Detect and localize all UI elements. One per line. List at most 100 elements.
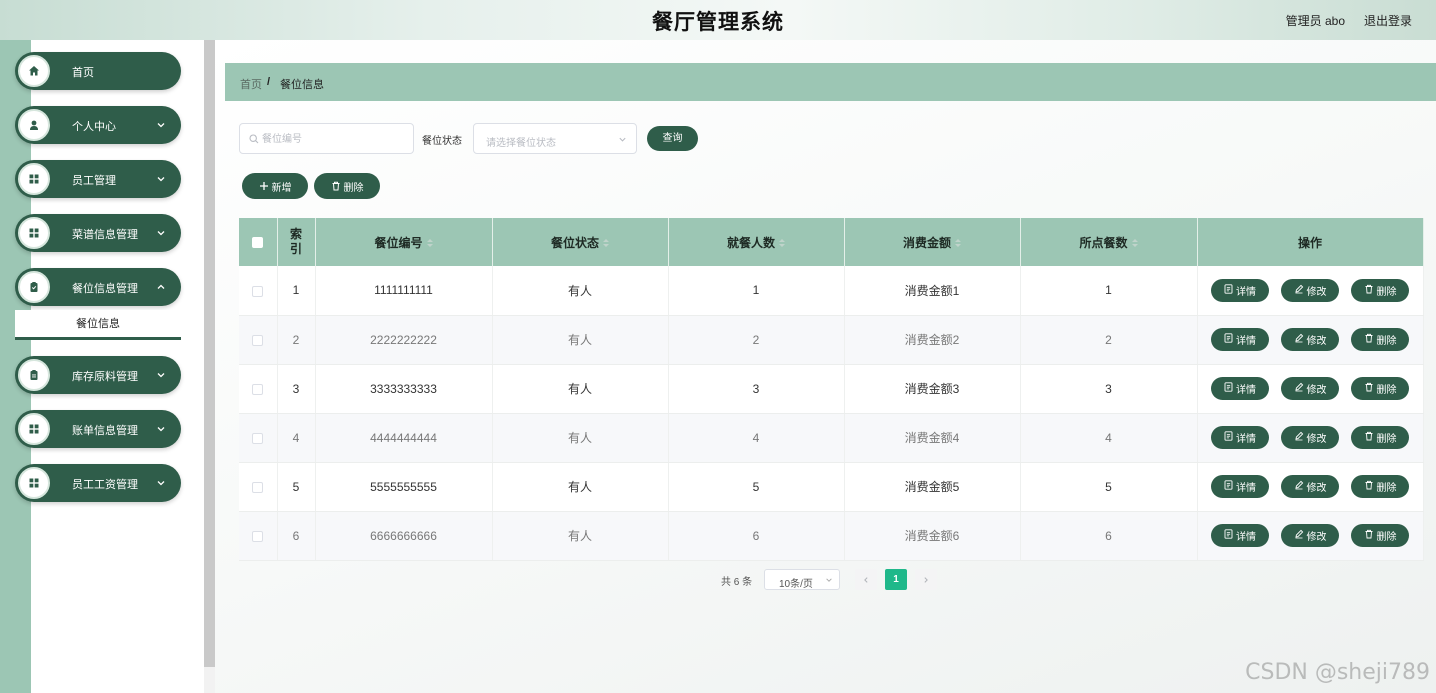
detail-button[interactable]: 详情 — [1211, 328, 1269, 351]
table-row[interactable]: 2 2222222222 有人 2 消费金额2 2 详情 修改 删除 — [239, 315, 1424, 365]
column-header-code[interactable]: 餐位编号 — [315, 218, 493, 266]
edit-button[interactable]: 修改 — [1281, 475, 1339, 498]
edit-icon — [1294, 284, 1304, 297]
add-button-label: 新增 — [271, 182, 292, 194]
table-row[interactable]: 6 6666666666 有人 6 消费金额6 6 详情 修改 删除 — [239, 511, 1424, 561]
edit-button[interactable]: 修改 — [1281, 278, 1339, 302]
cell-amount: 消费金额6 — [844, 511, 1021, 561]
chevron-down-icon — [157, 177, 165, 182]
delete-button[interactable]: 删除 — [1351, 426, 1409, 449]
page-number-current[interactable]: 1 — [885, 569, 907, 590]
prev-page-button[interactable] — [855, 569, 877, 590]
current-user: 管理员 abo — [1285, 14, 1345, 28]
table-row[interactable]: 5 5555555555 有人 5 消费金额5 5 详情 修改 删除 — [239, 462, 1424, 512]
batch-delete-button[interactable]: 删除 — [314, 173, 380, 199]
column-header-status[interactable]: 餐位状态 — [492, 218, 669, 266]
edit-button-label: 修改 — [1306, 483, 1327, 494]
edit-button[interactable]: 修改 — [1281, 426, 1339, 449]
home-icon — [18, 55, 50, 87]
search-input[interactable] — [262, 130, 407, 148]
row-checkbox[interactable] — [252, 530, 264, 542]
detail-button-label: 详情 — [1236, 483, 1256, 494]
detail-button[interactable]: 详情 — [1211, 475, 1269, 498]
cell-dishes: 1 — [1020, 266, 1198, 316]
delete-button[interactable]: 删除 — [1351, 524, 1409, 547]
row-checkbox[interactable] — [252, 334, 264, 346]
sidebar-item-seats[interactable]: 餐位信息管理 — [15, 268, 181, 306]
table-header-row: 索引 餐位编号 餐位状态 就餐人数 消费金额 所点餐数 操作 — [239, 218, 1424, 266]
sidebar-item-salary[interactable]: 员工工资管理 — [15, 464, 181, 502]
cell-dishes: 4 — [1020, 413, 1198, 463]
sidebar-scrollbar[interactable] — [204, 40, 215, 667]
sidebar-item-personal[interactable]: 个人中心 — [15, 106, 181, 144]
cell-seat-code: 1111111111 — [315, 266, 493, 316]
edit-button[interactable]: 修改 — [1281, 328, 1339, 351]
logout-link[interactable]: 退出登录 — [1364, 12, 1412, 29]
sidebar-scrollbar-track — [204, 667, 215, 693]
next-page-button[interactable] — [915, 569, 937, 590]
column-header-actions: 操作 — [1197, 218, 1424, 266]
cell-actions: 详情 修改 删除 — [1197, 462, 1424, 512]
delete-button[interactable]: 删除 — [1351, 475, 1409, 498]
detail-button[interactable]: 详情 — [1211, 524, 1269, 547]
sort-icon — [603, 239, 609, 248]
pagination-total: 共 6 条 — [721, 577, 753, 588]
sidebar-item-label: 账单信息管理 — [72, 425, 138, 437]
row-select-cell — [239, 364, 278, 414]
table-row[interactable]: 4 4444444444 有人 4 消费金额4 4 详情 修改 删除 — [239, 413, 1424, 463]
row-checkbox[interactable] — [252, 481, 264, 493]
query-button[interactable]: 查询 — [647, 126, 698, 151]
sidebar-item-label: 首页 — [72, 67, 94, 79]
sidebar-item-recipes[interactable]: 菜谱信息管理 — [15, 214, 181, 252]
table-row[interactable]: 1 1111111111 有人 1 消费金额1 1 详情 修改 删除 — [239, 266, 1424, 316]
sidebar-item-inventory[interactable]: 库存原料管理 — [15, 356, 181, 394]
edit-button-label: 修改 — [1306, 385, 1327, 396]
status-select[interactable]: 请选择餐位状态 — [473, 123, 637, 154]
breadcrumb-home[interactable]: 首页 — [240, 76, 262, 92]
row-checkbox[interactable] — [252, 383, 264, 395]
column-header-amount[interactable]: 消费金额 — [844, 218, 1021, 266]
detail-button[interactable]: 详情 — [1211, 426, 1269, 449]
watermark: CSDN @sheji789 — [1245, 660, 1430, 685]
sidebar-subitem-seat-info[interactable]: 餐位信息 — [15, 310, 181, 340]
sidebar-item-label: 个人中心 — [72, 121, 116, 133]
chevron-down-icon — [157, 123, 165, 128]
trash-icon — [1364, 480, 1374, 493]
table-row[interactable]: 3 3333333333 有人 3 消费金额3 3 详情 修改 删除 — [239, 364, 1424, 414]
cell-dishes: 5 — [1020, 462, 1198, 512]
row-checkbox[interactable] — [252, 432, 264, 444]
edit-button[interactable]: 修改 — [1281, 524, 1339, 547]
column-header-people[interactable]: 就餐人数 — [668, 218, 845, 266]
sidebar-item-staff[interactable]: 员工管理 — [15, 160, 181, 198]
seat-table: 索引 餐位编号 餐位状态 就餐人数 消费金额 所点餐数 操作 1 11111111… — [239, 218, 1424, 561]
edit-button[interactable]: 修改 — [1281, 377, 1339, 400]
edit-button-label: 修改 — [1306, 286, 1327, 298]
column-amount-label: 消费金额 — [902, 235, 951, 250]
cell-dishes: 3 — [1020, 364, 1198, 414]
select-all-checkbox[interactable] — [252, 237, 264, 249]
row-checkbox[interactable] — [252, 285, 264, 297]
status-filter-label: 餐位状态 — [422, 136, 462, 147]
column-header-dishes[interactable]: 所点餐数 — [1020, 218, 1198, 266]
detail-button[interactable]: 详情 — [1211, 278, 1269, 302]
delete-button[interactable]: 删除 — [1351, 328, 1409, 351]
delete-button[interactable]: 删除 — [1351, 278, 1409, 302]
sort-icon — [1131, 239, 1138, 248]
cell-seat-status: 有人 — [492, 315, 669, 365]
grid-icon — [18, 163, 50, 195]
page-size-select[interactable]: 10条/页 — [764, 569, 840, 590]
sidebar-item-bills[interactable]: 账单信息管理 — [15, 410, 181, 448]
cell-index: 4 — [277, 413, 316, 463]
trash-icon — [1364, 431, 1374, 444]
delete-button[interactable]: 删除 — [1351, 377, 1409, 400]
chevron-left-icon — [864, 576, 868, 583]
detail-button[interactable]: 详情 — [1211, 377, 1269, 400]
cell-seat-code: 4444444444 — [315, 413, 493, 463]
cell-amount: 消费金额1 — [844, 266, 1021, 316]
sidebar-item-home[interactable]: 首页 — [15, 52, 181, 90]
chevron-down-icon — [619, 137, 626, 142]
seat-code-search[interactable] — [239, 123, 414, 154]
add-button[interactable]: 新增 — [242, 173, 308, 199]
page-size-value: 10条/页 — [779, 579, 813, 590]
sort-icon — [779, 239, 785, 248]
